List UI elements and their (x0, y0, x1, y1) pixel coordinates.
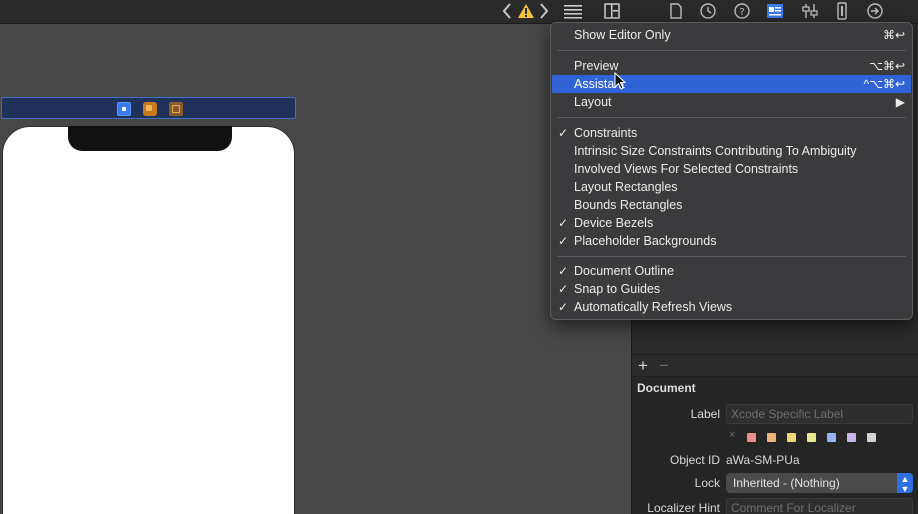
history-icon[interactable] (699, 1, 717, 21)
mouse-cursor-icon (614, 72, 627, 90)
menu-item-layout[interactable]: Layout ▶ (552, 93, 911, 111)
submenu-arrow-icon: ▶ (895, 95, 905, 109)
menu-item-involved-views[interactable]: Involved Views For Selected Constraints (552, 160, 911, 178)
menu-item-shortcut: ^⌥⌘↩ (863, 77, 905, 91)
localizer-hint-label: Localizer Hint (647, 501, 720, 514)
swatch-gray[interactable] (867, 433, 876, 442)
remove-button[interactable]: − (659, 357, 669, 375)
swatch-yellow[interactable] (787, 433, 796, 442)
view-controller-icon[interactable] (117, 102, 131, 116)
device-canvas[interactable] (2, 126, 295, 514)
add-button[interactable]: + (638, 357, 648, 375)
menu-item-label: Device Bezels (574, 216, 654, 230)
xcode-window: ? + − Document Label Xcode Specific Labe… (0, 0, 918, 514)
chevron-right-icon[interactable] (537, 1, 551, 21)
file-icon[interactable] (668, 1, 684, 21)
swatch-green[interactable] (807, 433, 816, 442)
menu-item-bounds-rectangles[interactable]: Bounds Rectangles (552, 196, 911, 214)
menu-item-snap-to-guides[interactable]: ✓ Snap to Guides (552, 280, 911, 298)
warning-icon[interactable] (517, 1, 535, 21)
menu-item-auto-refresh[interactable]: ✓ Automatically Refresh Views (552, 298, 911, 316)
menu-item-label: Preview (574, 59, 619, 73)
menu-item-intrinsic-size[interactable]: Intrinsic Size Constraints Contributing … (552, 142, 911, 160)
object-id-value: aWa-SM-PUa (726, 453, 800, 467)
checkmark-icon: ✓ (558, 126, 569, 140)
menu-item-label: Involved Views For Selected Constraints (574, 162, 799, 176)
menu-item-constraints[interactable]: ✓ Constraints (552, 124, 911, 142)
label-color-swatches: × (726, 429, 916, 445)
identity-icon[interactable] (766, 1, 784, 21)
menu-item-label: Constraints (574, 126, 638, 140)
size-icon[interactable] (835, 1, 849, 21)
lock-select-value: Inherited - (Nothing) (733, 476, 840, 490)
menu-item-label: Show Editor Only (574, 28, 671, 42)
menu-separator (557, 256, 906, 257)
menu-item-label: Intrinsic Size Constraints Contributing … (574, 144, 857, 158)
editor-options-menu: Show Editor Only ⌘↩ Preview ⌥⌘↩ Assistan… (550, 22, 913, 320)
checkmark-icon: ✓ (558, 300, 569, 314)
lock-select[interactable]: Inherited - (Nothing) ▲ ▼ (726, 473, 913, 494)
menu-item-label: Layout (574, 95, 612, 109)
menu-item-label: Layout Rectangles (574, 180, 678, 194)
menu-item-preview[interactable]: Preview ⌥⌘↩ (552, 57, 911, 75)
top-toolbar: ? (0, 0, 918, 24)
connections-icon[interactable] (866, 1, 884, 21)
checkmark-icon: ✓ (558, 216, 569, 230)
device-notch (68, 126, 232, 151)
menu-item-layout-rectangles[interactable]: Layout Rectangles (552, 178, 911, 196)
svg-text:?: ? (739, 7, 744, 18)
menu-item-device-bezels[interactable]: ✓ Device Bezels (552, 214, 911, 232)
menu-item-show-editor-only[interactable]: Show Editor Only ⌘↩ (552, 26, 911, 44)
checkmark-icon: ✓ (558, 234, 569, 248)
swatch-red[interactable] (747, 433, 756, 442)
menu-separator (557, 117, 906, 118)
chevron-left-icon[interactable] (500, 1, 514, 21)
swatch-purple[interactable] (847, 433, 856, 442)
label-input[interactable]: Xcode Specific Label (726, 404, 913, 424)
help-icon[interactable]: ? (733, 1, 751, 21)
section-title: Document (637, 381, 696, 395)
menu-item-document-outline[interactable]: ✓ Document Outline (552, 262, 911, 280)
attributes-icon[interactable] (801, 1, 819, 21)
menu-item-shortcut: ⌘↩ (882, 28, 905, 42)
menu-item-assistant[interactable]: Assistant ^⌥⌘↩ (552, 75, 911, 93)
menu-item-label: Automatically Refresh Views (574, 300, 733, 314)
menu-item-label: Bounds Rectangles (574, 198, 683, 212)
document-section: Document Label Xcode Specific Label × Ob… (632, 376, 918, 514)
localizer-hint-input[interactable]: Comment For Localizer (726, 498, 913, 514)
inspector-add-bar: + − (632, 354, 918, 376)
clear-color-icon[interactable]: × (729, 429, 735, 441)
add-editor-icon[interactable] (602, 1, 622, 21)
scene-dock[interactable] (1, 97, 296, 119)
menu-item-label: Placeholder Backgrounds (574, 234, 717, 248)
checkmark-icon: ✓ (558, 264, 569, 278)
chevron-up-down-icon: ▲ ▼ (897, 473, 913, 494)
label-field-label: Label (690, 407, 720, 421)
swatch-orange[interactable] (767, 433, 776, 442)
menu-separator (557, 50, 906, 51)
exit-icon[interactable] (169, 102, 183, 116)
lines-icon[interactable] (562, 1, 584, 21)
first-responder-icon[interactable] (143, 102, 157, 116)
menu-item-label: Snap to Guides (574, 282, 661, 296)
menu-item-label: Document Outline (574, 264, 675, 278)
checkmark-icon: ✓ (558, 282, 569, 296)
object-id-label: Object ID (669, 453, 720, 467)
lock-label: Lock (694, 476, 720, 490)
swatch-blue[interactable] (827, 433, 836, 442)
menu-item-placeholder-backgrounds[interactable]: ✓ Placeholder Backgrounds (552, 232, 911, 250)
menu-item-shortcut: ⌥⌘↩ (869, 59, 905, 73)
